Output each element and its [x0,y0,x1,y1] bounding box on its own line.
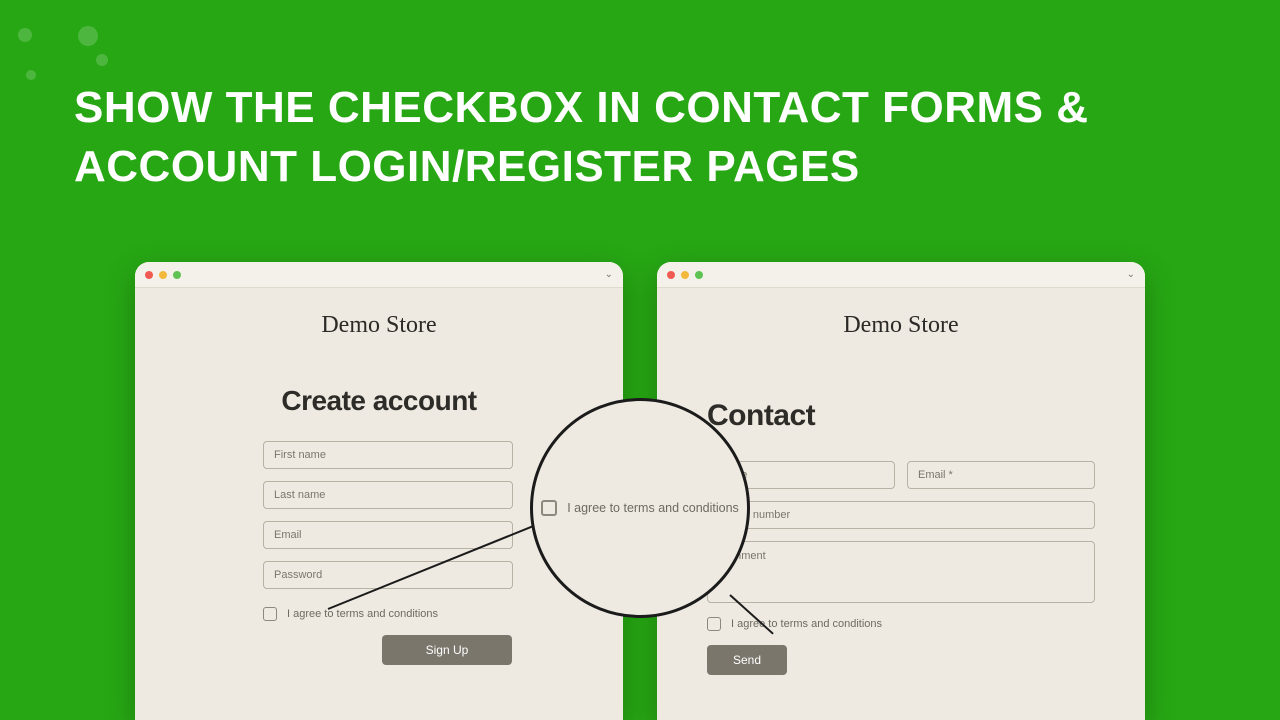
terms-checkbox[interactable] [707,617,721,631]
decorative-bubble [18,28,32,42]
email-field[interactable]: Email [263,521,513,549]
window-close-icon[interactable] [145,271,153,279]
send-button[interactable]: Send [707,645,787,675]
decorative-bubble [78,26,98,46]
window-close-icon[interactable] [667,271,675,279]
store-name: Demo Store [135,312,623,339]
first-name-placeholder: First name [274,449,326,461]
window-minimize-icon[interactable] [159,271,167,279]
window-maximize-icon[interactable] [695,271,703,279]
contact-phone-field[interactable]: Phone number [707,501,1095,529]
window-titlebar: ⌄ [657,262,1145,288]
promo-headline: SHOW THE CHECKBOX IN CONTACT FORMS & ACC… [74,78,1220,197]
consent-label: I agree to terms and conditions [287,608,438,620]
first-name-field[interactable]: First name [263,441,513,469]
decorative-bubble [96,54,108,66]
decorative-bubble [26,70,36,80]
chevron-down-icon[interactable]: ⌄ [1127,269,1135,280]
consent-row: I agree to terms and conditions [263,607,513,621]
create-account-heading: Create account [263,385,495,417]
password-placeholder: Password [274,569,322,581]
sign-up-button[interactable]: Sign Up [382,635,512,665]
contact-email-placeholder: Email * [918,469,953,481]
consent-label: I agree to terms and conditions [731,618,882,630]
contact-email-field[interactable]: Email * [907,461,1095,489]
terms-checkbox[interactable] [541,500,557,516]
last-name-placeholder: Last name [274,489,325,501]
terms-checkbox[interactable] [263,607,277,621]
window-titlebar: ⌄ [135,262,623,288]
chevron-down-icon[interactable]: ⌄ [605,269,613,280]
last-name-field[interactable]: Last name [263,481,513,509]
window-minimize-icon[interactable] [681,271,689,279]
contact-comment-field[interactable]: Comment [707,541,1095,603]
contact-heading: Contact [707,399,1095,433]
magnified-consent-label: I agree to terms and conditions [567,501,739,515]
window-maximize-icon[interactable] [173,271,181,279]
magnifier-circle: I agree to terms and conditions [530,398,750,618]
email-placeholder: Email [274,529,302,541]
store-name: Demo Store [657,312,1145,339]
